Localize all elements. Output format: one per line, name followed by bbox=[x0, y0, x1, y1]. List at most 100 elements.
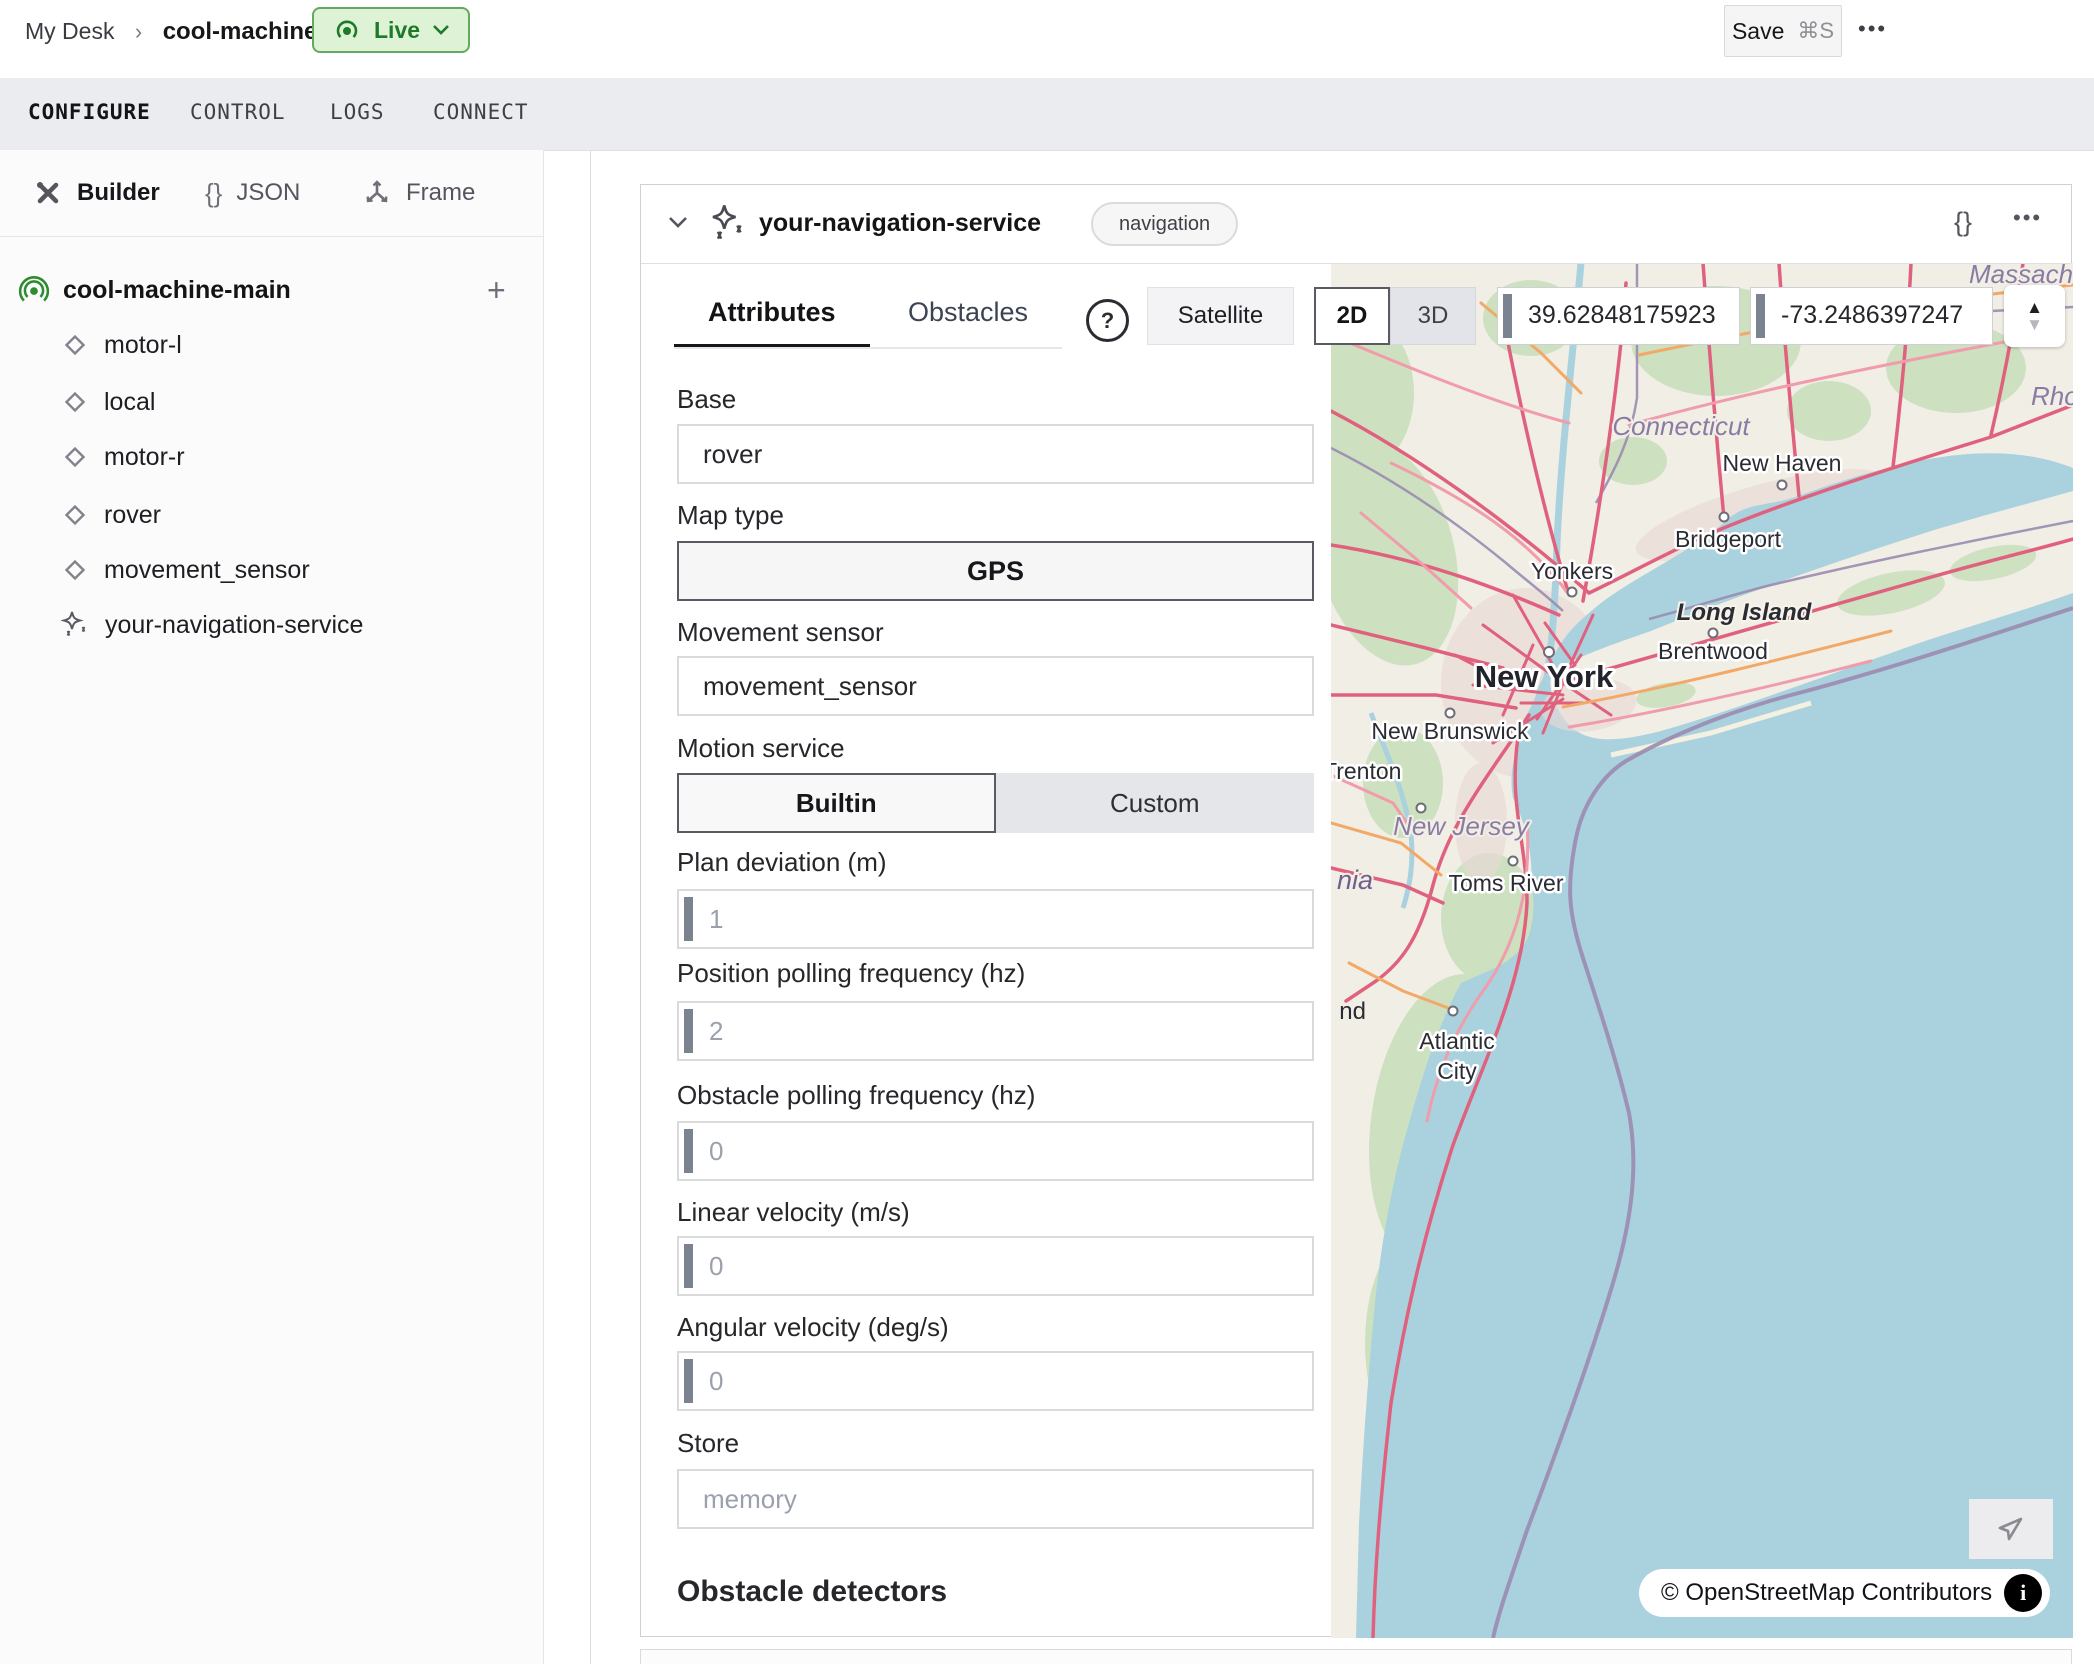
add-component-button[interactable]: + bbox=[487, 272, 506, 309]
map-label: Trenton bbox=[1331, 758, 1401, 784]
tree-item-label: local bbox=[104, 388, 155, 417]
store-placeholder: memory bbox=[703, 1484, 797, 1515]
position-polling-input[interactable]: 2 bbox=[677, 1001, 1314, 1061]
store-input[interactable]: memory bbox=[677, 1469, 1314, 1529]
header-more-menu-icon[interactable]: ••• bbox=[1858, 16, 1887, 42]
movement-sensor-value: movement_sensor bbox=[703, 671, 917, 702]
service-sparkles-icon bbox=[61, 611, 89, 639]
save-shortcut: ⌘S bbox=[1797, 18, 1834, 44]
navigation-service-card: your-navigation-service navigation {} ••… bbox=[640, 184, 2072, 1637]
next-panel-edge bbox=[640, 1649, 2072, 1664]
tree-item-label: rover bbox=[104, 501, 161, 530]
component-diamond-icon bbox=[62, 444, 88, 470]
plan-deviation-input[interactable]: 1 bbox=[677, 889, 1314, 949]
longitude-input[interactable]: -73.2486397247 bbox=[1750, 287, 1993, 345]
coordinate-stepper[interactable]: ▲ ▼ bbox=[2004, 285, 2065, 347]
map-label: Bridgeport bbox=[1675, 526, 1782, 552]
builder-tools-icon bbox=[33, 178, 63, 208]
view-tab-frame[interactable]: Frame bbox=[362, 150, 475, 236]
tree-item-motor-r[interactable]: motor-r bbox=[0, 429, 543, 485]
help-icon[interactable]: ? bbox=[1086, 299, 1129, 342]
map-label: nd bbox=[1339, 998, 1366, 1025]
component-diamond-icon bbox=[62, 389, 88, 415]
json-braces-icon: {} bbox=[205, 178, 222, 209]
breadcrumb-parent[interactable]: My Desk bbox=[25, 18, 114, 44]
tab-logs[interactable]: LOGS bbox=[330, 100, 385, 124]
view-2d-button[interactable]: 2D bbox=[1314, 287, 1390, 345]
tree-item-label: your-navigation-service bbox=[105, 611, 363, 640]
save-button-label: Save bbox=[1732, 18, 1784, 45]
drag-handle[interactable] bbox=[684, 897, 693, 941]
tree-item-rover[interactable]: rover bbox=[0, 487, 543, 543]
field-label-angular-velocity: Angular velocity (deg/s) bbox=[677, 1312, 949, 1343]
obstacle-detectors-heading: Obstacle detectors bbox=[677, 1575, 947, 1609]
obstacle-polling-input[interactable]: 0 bbox=[677, 1121, 1314, 1181]
panel-divider bbox=[590, 150, 591, 1664]
navigation-sparkles-icon bbox=[709, 203, 747, 243]
tab-configure[interactable]: CONFIGURE bbox=[28, 100, 151, 124]
drag-handle[interactable] bbox=[684, 1009, 693, 1053]
step-up-icon[interactable]: ▲ bbox=[2026, 299, 2043, 316]
view-3d-button[interactable]: 3D bbox=[1390, 287, 1476, 345]
navigation-map[interactable]: Massach Rhod Connecticut New Haven Bridg… bbox=[1331, 263, 2073, 1638]
view-tab-json[interactable]: {} JSON bbox=[205, 150, 300, 236]
info-icon[interactable]: i bbox=[2004, 1574, 2042, 1612]
locate-robot-button[interactable] bbox=[1969, 1499, 2053, 1559]
card-header: your-navigation-service navigation {} ••… bbox=[641, 185, 2071, 264]
tab-connect[interactable]: CONNECT bbox=[433, 100, 529, 124]
tree-item-movement-sensor[interactable]: movement_sensor bbox=[0, 542, 543, 598]
field-label-position-polling: Position polling frequency (hz) bbox=[677, 958, 1025, 989]
drag-handle[interactable] bbox=[684, 1129, 693, 1173]
live-status-badge[interactable]: Live bbox=[312, 7, 470, 53]
linear-velocity-value: 0 bbox=[709, 1251, 723, 1282]
breadcrumb-separator-icon: › bbox=[135, 19, 142, 44]
motion-service-custom-option[interactable]: Custom bbox=[996, 773, 1315, 833]
tree-item-motor-l[interactable]: motor-l bbox=[0, 317, 543, 373]
machine-part-online-icon bbox=[18, 274, 50, 306]
view-tab-frame-label: Frame bbox=[406, 179, 475, 207]
angular-velocity-input[interactable]: 0 bbox=[677, 1351, 1314, 1411]
drag-handle[interactable] bbox=[1756, 294, 1765, 338]
base-value: rover bbox=[703, 439, 762, 470]
drag-handle[interactable] bbox=[1503, 294, 1512, 338]
tab-attributes[interactable]: Attributes bbox=[674, 297, 870, 347]
step-down-icon[interactable]: ▼ bbox=[2026, 316, 2043, 333]
field-label-plan-deviation: Plan deviation (m) bbox=[677, 847, 887, 878]
view-tab-builder[interactable]: Builder bbox=[33, 150, 160, 236]
map-label: New Haven bbox=[1723, 450, 1842, 476]
field-label-map-type: Map type bbox=[677, 500, 784, 531]
service-type-badge: navigation bbox=[1091, 202, 1238, 246]
linear-velocity-input[interactable]: 0 bbox=[677, 1236, 1314, 1296]
latitude-value: 39.62848175923 bbox=[1528, 301, 1716, 330]
tab-obstacles[interactable]: Obstacles bbox=[874, 297, 1062, 347]
breadcrumb-current: cool-machine bbox=[163, 18, 318, 45]
field-label-movement-sensor: Movement sensor bbox=[677, 617, 884, 648]
save-button[interactable]: Save ⌘S bbox=[1724, 5, 1842, 57]
map-label: Brentwood bbox=[1658, 638, 1768, 664]
satellite-toggle-button[interactable]: Satellite bbox=[1147, 287, 1294, 345]
view-tab-json-label: JSON bbox=[236, 179, 300, 207]
map-label: Atlantic bbox=[1419, 1028, 1494, 1054]
latitude-input[interactable]: 39.62848175923 bbox=[1497, 287, 1740, 345]
map-label: Toms River bbox=[1448, 870, 1563, 896]
tree-item-local[interactable]: local bbox=[0, 374, 543, 430]
navigation-arrow-icon bbox=[1995, 1513, 2027, 1545]
openstreetmap-canvas: Massach Rhod Connecticut New Haven Bridg… bbox=[1331, 263, 2073, 1638]
base-input[interactable]: rover bbox=[677, 424, 1314, 484]
tab-control[interactable]: CONTROL bbox=[190, 100, 286, 124]
tree-item-navigation-service[interactable]: your-navigation-service bbox=[0, 597, 543, 653]
tree-item-label: motor-l bbox=[104, 331, 182, 360]
drag-handle[interactable] bbox=[684, 1359, 693, 1403]
motion-service-builtin-option[interactable]: Builtin bbox=[677, 773, 996, 833]
field-label-motion-service: Motion service bbox=[677, 733, 845, 764]
breadcrumb: My Desk › cool-machine bbox=[25, 18, 317, 46]
map-label: Connecticut bbox=[1612, 411, 1751, 441]
broadcast-icon bbox=[332, 15, 362, 45]
drag-handle[interactable] bbox=[684, 1244, 693, 1288]
movement-sensor-input[interactable]: movement_sensor bbox=[677, 656, 1314, 716]
tree-root-machine[interactable]: cool-machine-main + bbox=[0, 262, 543, 318]
code-braces-icon[interactable]: {} bbox=[1954, 207, 1972, 238]
collapse-chevron-icon[interactable] bbox=[667, 215, 689, 229]
map-type-gps-button[interactable]: GPS bbox=[677, 541, 1314, 601]
card-more-menu-icon[interactable]: ••• bbox=[2013, 205, 2042, 231]
